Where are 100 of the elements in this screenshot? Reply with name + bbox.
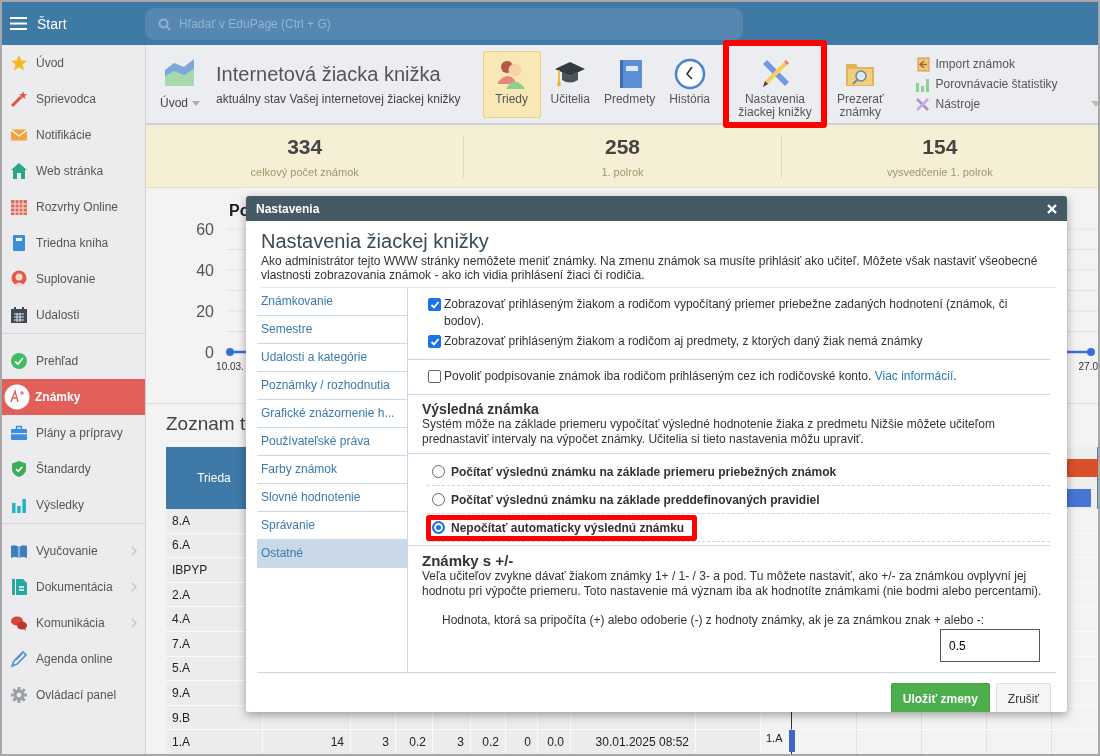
sidebar-item[interactable]: Notifikácie [2, 117, 145, 153]
toolbar-button[interactable]: Predmety [599, 50, 660, 118]
table-cell: 0.2 [471, 730, 506, 754]
toolbar-link[interactable]: Import známok [914, 56, 1098, 72]
section-heading: Výsledná známka [422, 401, 540, 417]
table-cell: 30.01.2025 08:52 [571, 730, 696, 754]
close-icon[interactable] [1047, 203, 1057, 214]
cancel-button[interactable]: Zrušiť [995, 683, 1051, 712]
stat-label: celkový počet známok [249, 165, 360, 178]
stat-label: 1. polrok [600, 165, 645, 178]
axis-label: 60 [196, 221, 214, 238]
sidebar-item[interactable]: Sprievodca [2, 81, 145, 117]
house-icon [10, 162, 28, 180]
chart-bar [1066, 489, 1091, 507]
chart-bar [788, 730, 795, 753]
toolbar-link[interactable]: Porovnávacie štatistiky [914, 76, 1098, 92]
toolbar-button[interactable]: Nastavenia žiackej knižky [731, 50, 819, 118]
chat-icon [10, 614, 28, 632]
check-icon [10, 352, 28, 370]
sidebar-item[interactable]: Dokumentácia [2, 569, 145, 605]
checkbox[interactable] [428, 335, 441, 348]
settings-nav-item[interactable]: Semestre [257, 316, 407, 344]
briefcase-icon [10, 424, 28, 442]
settings-nav-item[interactable]: Udalosti a kategórie [257, 344, 407, 372]
sidebar-item[interactable]: Prehľad [2, 343, 145, 379]
table-cell: 0 [506, 730, 538, 754]
table-cell: 3 [433, 730, 471, 754]
settings-nav-item[interactable]: Grafické znázornenie h... [257, 400, 407, 428]
shield-icon [10, 460, 28, 478]
option-text: Povoliť podpisovanie známok iba rodičom prihláseným cez ich rodičovské konto. Viac informácií. [444, 368, 957, 385]
toolbar-link[interactable]: Nástroje [914, 96, 1098, 112]
table-cell: 14 [263, 730, 351, 754]
toolbar-button[interactable]: Prezerať známky [833, 50, 888, 118]
option-label: Počítať výslednú známku na základe preddefinovaných pravidiel [451, 492, 820, 507]
settings-nav-item[interactable]: Používateľské práva [257, 428, 407, 456]
start-title[interactable]: Štart [37, 15, 67, 32]
sidebar-item[interactable]: Výsledky [2, 487, 145, 523]
star-icon [10, 54, 28, 72]
settings-nav-item[interactable]: Slovné hodnotenie [257, 484, 407, 512]
checkbox[interactable] [428, 298, 441, 311]
bar-chart-icon [10, 496, 28, 514]
page-subtitle: aktuálny stav Vašej internetovej žiackej knižky [216, 91, 461, 106]
toolbar-button[interactable]: Triedy [482, 50, 541, 118]
radio-button[interactable] [432, 493, 445, 506]
tools-icon [914, 96, 930, 112]
settings-icon [10, 686, 28, 704]
magic-wand-icon [10, 90, 28, 108]
sidebar-item[interactable]: Komunikácia [2, 605, 145, 641]
option-text: Zobrazovať prihláseným žiakom a rodičom aj predmety, z ktorých daný žiak nemá známky [444, 333, 923, 350]
axis-label: 0 [205, 344, 214, 361]
stat-label: vysvedčenie 1. polrok [885, 165, 994, 178]
bar-label: 1.A [766, 732, 783, 745]
sidebar-item[interactable]: Suplovanie [2, 261, 145, 297]
table-cell: 0.0 [538, 730, 571, 754]
sidebar-item[interactable]: Ovládací panel [2, 677, 145, 713]
calendar-icon [10, 306, 28, 324]
sidebar-item[interactable]: Vyučovanie [2, 533, 145, 569]
option-label: Počítať výslednú známku na základe priemeru priebežných známok [451, 464, 837, 479]
checkbox[interactable] [428, 370, 441, 383]
sidebar-item[interactable]: Úvod [2, 45, 145, 81]
grade-icon [4, 384, 30, 410]
field-label: Hodnota, ktorá sa pripočíta (+) alebo odoberie (-) z hodnoty známky, ak je za známkou znak + alebo -: [442, 613, 986, 627]
home-dropdown[interactable]: Úvod [160, 58, 200, 110]
sidebar-item[interactable]: Web stránka [2, 153, 145, 189]
sidebar-item[interactable]: Udalosti [2, 297, 145, 333]
document-icon [10, 578, 28, 596]
sidebar-item[interactable]: Rozvrhy Online [2, 189, 145, 225]
settings-nav-item[interactable]: Poznámky / rozhodnutia [257, 372, 407, 400]
section-description: Veľa učiteľov zvykne dávať žiakom známky 1+ / 1- / 3- a pod. Tu môžete nastaviť, ako +/- za známkou ovplyvní jej hodnotu pri výpočte priemeru. Toto nastavenie má význam iba ak hodnotíte známkami (nie bodmi alebo percentami). [422, 569, 1043, 599]
area-chart-icon [164, 58, 196, 88]
settings-nav-item[interactable]: Farby známok [257, 456, 407, 484]
clock-icon [673, 57, 706, 90]
option-label: Nepočítať automaticky výslednú známku [451, 520, 685, 535]
pen-icon [10, 650, 28, 668]
sidebar-item[interactable]: Plány a prípravy [2, 415, 145, 451]
sidebar-item[interactable]: Agenda online [2, 641, 145, 677]
sidebar-item[interactable]: Štandardy [2, 451, 145, 487]
option-text: Zobrazovať prihláseným žiakom a rodičom vypočítaný priemer priebežne zadaných hodnotení (známok, či bodov). [444, 296, 1009, 330]
search-icon [158, 17, 171, 31]
value-input[interactable]: 0.5 [940, 629, 1040, 662]
radio-button[interactable] [432, 521, 445, 534]
table-cell: 3 [351, 730, 396, 754]
sidebar-item[interactable]: Známky [2, 379, 145, 415]
toolbar-button[interactable]: Učitelia [546, 50, 594, 118]
sidebar-item[interactable]: Triedna kniha [2, 225, 145, 261]
page-title: Internetová žiacka knižka [216, 62, 442, 86]
menu-icon[interactable] [10, 17, 27, 30]
radio-button[interactable] [432, 465, 445, 478]
toolbar-button[interactable]: História [665, 50, 714, 118]
axis-label: 20 [196, 303, 214, 320]
table-cell: 0.2 [396, 730, 433, 754]
import-icon [914, 56, 930, 72]
section-heading: Zoznam t [166, 413, 246, 435]
bar-chart-icon [914, 76, 930, 92]
axis-label: 10.03. [216, 361, 244, 372]
dialog-title: Nastavenia [256, 201, 320, 216]
settings-nav-item[interactable]: Známkovanie [257, 288, 407, 316]
section-description: Systém môže na základe priemeru vypočítať výsledné hodnotenie žiaka z predmetu Nižšie môžete učiteľom prednastaviť intervaly na výpočet známky. Učitelia si tieto nastavenia môžu upraviť. [422, 417, 996, 447]
search-field[interactable]: Hľadať v EduPage (Ctrl + G) [145, 7, 743, 40]
stat-value: 154 [921, 134, 959, 159]
